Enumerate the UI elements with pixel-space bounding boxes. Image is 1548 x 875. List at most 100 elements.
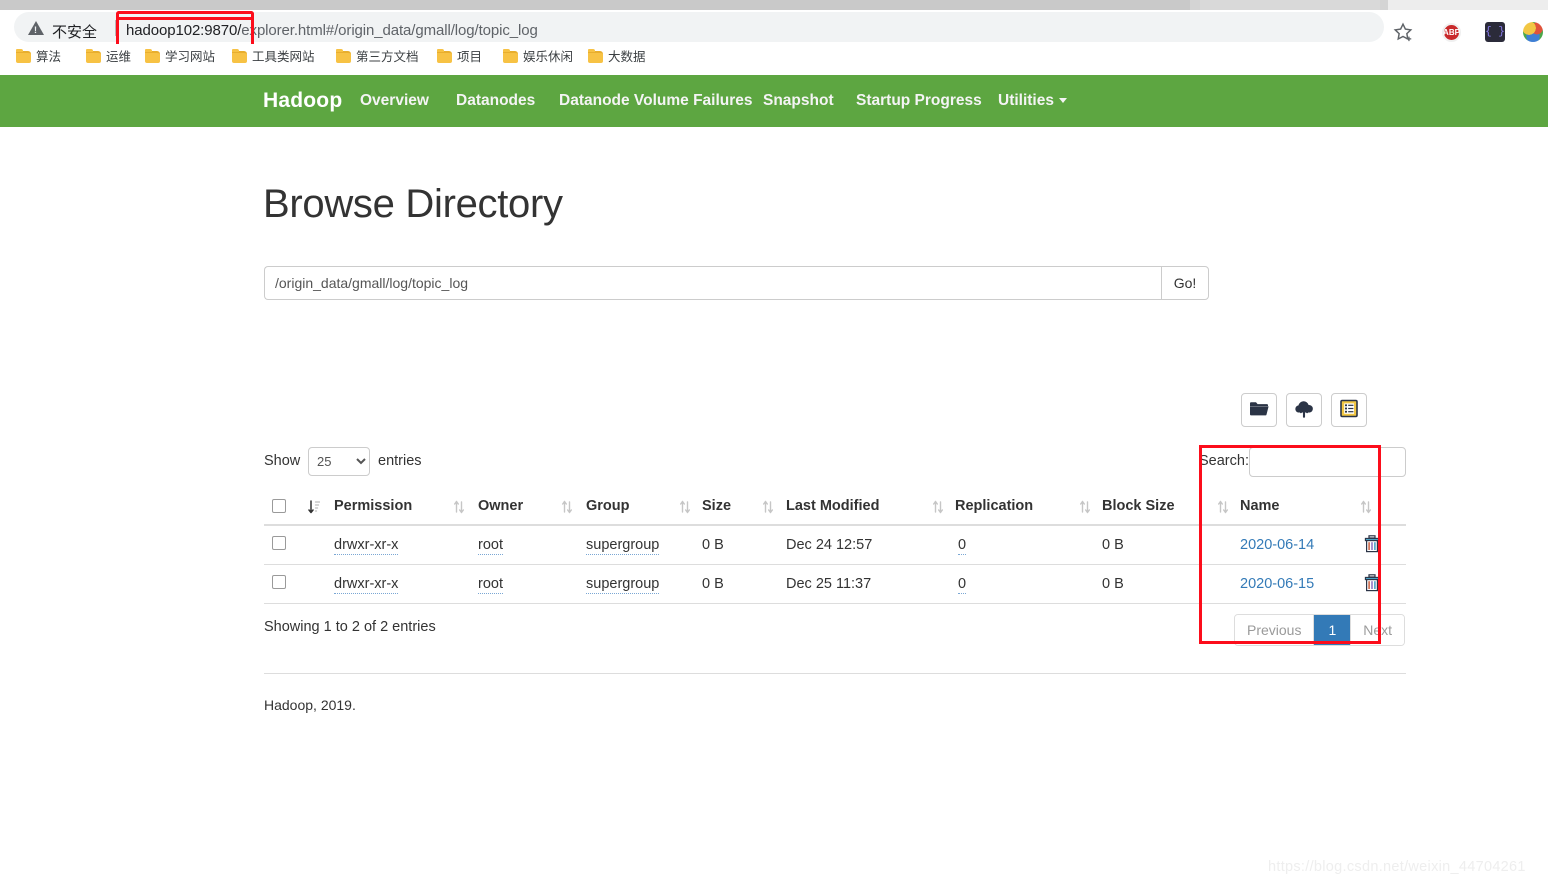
browser-tab[interactable] xyxy=(1388,0,1548,10)
cell-size: 0 B xyxy=(702,537,724,553)
cell-group[interactable]: supergroup xyxy=(586,576,660,594)
cell-replication[interactable]: 0 xyxy=(958,537,967,555)
cell-name-link[interactable]: 2020-06-15 xyxy=(1240,576,1314,592)
bookmark-item[interactable]: 算法 xyxy=(16,48,61,66)
cell-block-size: 0 B xyxy=(1102,576,1124,592)
bookmark-item[interactable]: 娱乐休闲 xyxy=(503,48,573,66)
nav-item-overview[interactable]: Overview xyxy=(360,92,429,110)
table-row: drwxr-xr-x root supergroup 0 B Dec 24 12… xyxy=(264,526,1406,565)
bookmark-star-icon[interactable] xyxy=(1392,21,1414,43)
nav-item-startup-progress[interactable]: Startup Progress xyxy=(856,92,982,110)
cell-last-modified: Dec 25 11:37 xyxy=(786,576,872,592)
delete-row-button[interactable] xyxy=(1364,574,1380,592)
column-header-name[interactable]: Name xyxy=(1240,498,1280,514)
folder-icon xyxy=(232,49,247,63)
cell-permission[interactable]: drwxr-xr-x xyxy=(334,576,399,594)
new-directory-button[interactable] xyxy=(1241,393,1277,427)
cell-owner[interactable]: root xyxy=(478,576,503,594)
watermark: https://blog.csdn.net/weixin_44704261 xyxy=(1268,859,1526,875)
directory-path-input[interactable] xyxy=(264,266,1161,300)
cell-size: 0 B xyxy=(702,576,724,592)
entries-label: entries xyxy=(378,453,422,469)
upload-files-button[interactable] xyxy=(1286,393,1322,427)
bookmarks-bar: 算法 运维 学习网站 工具类网站 第三方文档 项目 娱乐休闲 大数据 xyxy=(0,44,1548,70)
sort-icon-last-modified[interactable] xyxy=(762,500,774,514)
row-select-checkbox[interactable] xyxy=(272,575,286,589)
bookmark-item[interactable]: 学习网站 xyxy=(145,48,215,66)
url-path: explorer.html#/origin_data/gmall/log/top… xyxy=(241,22,538,39)
column-header-size[interactable]: Size xyxy=(702,498,731,514)
bookmark-item[interactable]: 工具类网站 xyxy=(232,48,315,66)
search-label: Search: xyxy=(1199,453,1249,469)
code-brackets-icon[interactable]: { } xyxy=(1485,22,1505,42)
bookmark-label: 项目 xyxy=(457,50,483,64)
footer-text: Hadoop, 2019. xyxy=(264,697,356,713)
bookmark-label: 运维 xyxy=(106,50,132,64)
go-button[interactable]: Go! xyxy=(1161,266,1209,300)
adblock-plus-icon[interactable]: ABP xyxy=(1442,23,1461,42)
code-brackets-label: { } xyxy=(1485,26,1505,38)
chevron-down-icon xyxy=(1058,98,1067,104)
folder-icon xyxy=(145,49,160,63)
bookmark-label: 大数据 xyxy=(608,50,646,64)
column-header-owner[interactable]: Owner xyxy=(478,498,523,514)
address-bar-url[interactable]: hadoop102:9870/explorer.html#/origin_dat… xyxy=(126,22,538,39)
browser-tab[interactable] xyxy=(0,0,1190,10)
bookmark-item[interactable]: 项目 xyxy=(437,48,482,66)
select-all-checkbox[interactable] xyxy=(272,499,286,513)
cell-owner[interactable]: root xyxy=(478,537,503,555)
folder-icon xyxy=(503,49,518,63)
sort-icon-block-size[interactable] xyxy=(1079,500,1091,514)
browser-tabstrip xyxy=(0,0,1548,10)
pagination: Previous 1 Next xyxy=(1234,614,1406,646)
not-secure-label[interactable]: 不安全 xyxy=(52,21,97,42)
cell-permission[interactable]: drwxr-xr-x xyxy=(334,537,399,555)
sort-icon-size[interactable] xyxy=(679,500,691,514)
nav-item-utilities[interactable]: Utilities xyxy=(998,92,1067,110)
sort-icon-name[interactable] xyxy=(1217,500,1229,514)
column-header-group[interactable]: Group xyxy=(586,498,630,514)
column-header-replication[interactable]: Replication xyxy=(955,498,1033,514)
cell-name-link[interactable]: 2020-06-14 xyxy=(1240,537,1314,553)
cell-group[interactable]: supergroup xyxy=(586,537,660,555)
pagination-next[interactable]: Next xyxy=(1351,615,1405,645)
sort-icon-permission[interactable] xyxy=(308,500,321,514)
table-header-row: Permission Owner Group Size Last Modifie… xyxy=(264,490,1406,526)
cell-last-modified: Dec 24 12:57 xyxy=(786,537,873,553)
page-length-select[interactable]: 25 50 100 xyxy=(308,447,370,476)
nav-item-datanode-volume-failures[interactable]: Datanode Volume Failures xyxy=(559,92,753,110)
bookmark-item[interactable]: 大数据 xyxy=(588,48,646,66)
bookmark-label: 娱乐休闲 xyxy=(523,50,574,64)
clipboard-list-icon xyxy=(1340,399,1358,418)
row-select-checkbox[interactable] xyxy=(272,536,286,550)
column-header-block-size[interactable]: Block Size xyxy=(1102,498,1175,514)
trash-icon xyxy=(1364,574,1380,592)
footer-divider xyxy=(264,673,1406,674)
cell-replication[interactable]: 0 xyxy=(958,576,967,594)
color-palette-icon[interactable] xyxy=(1523,22,1543,42)
folder-icon xyxy=(86,49,101,63)
delete-row-button[interactable] xyxy=(1364,535,1380,553)
table-info: Showing 1 to 2 of 2 entries xyxy=(264,619,436,635)
folder-icon xyxy=(1250,402,1269,416)
pagination-page-1[interactable]: 1 xyxy=(1314,615,1352,645)
directory-table: Permission Owner Group Size Last Modifie… xyxy=(264,490,1406,604)
bookmark-label: 工具类网站 xyxy=(252,50,315,64)
sort-icon-owner[interactable] xyxy=(453,500,465,514)
pagination-previous[interactable]: Previous xyxy=(1235,615,1315,645)
nav-item-snapshot[interactable]: Snapshot xyxy=(763,92,834,110)
hadoop-navbar: Hadoop Overview Datanodes Datanode Volum… xyxy=(0,75,1548,127)
search-input[interactable] xyxy=(1249,447,1406,477)
cut-paste-button[interactable] xyxy=(1331,393,1367,427)
column-header-last-modified[interactable]: Last Modified xyxy=(786,498,879,514)
sort-icon-group[interactable] xyxy=(561,500,573,514)
sort-icon-replication[interactable] xyxy=(932,500,944,514)
column-header-permission[interactable]: Permission xyxy=(334,498,412,514)
bookmark-item[interactable]: 运维 xyxy=(86,48,131,66)
browser-tab[interactable] xyxy=(1200,0,1380,10)
sort-icon-actions[interactable] xyxy=(1360,500,1372,514)
bookmark-item[interactable]: 第三方文档 xyxy=(336,48,419,66)
adblock-plus-label: ABP xyxy=(1443,28,1460,37)
nav-item-datanodes[interactable]: Datanodes xyxy=(456,92,535,110)
navbar-brand[interactable]: Hadoop xyxy=(263,89,342,113)
